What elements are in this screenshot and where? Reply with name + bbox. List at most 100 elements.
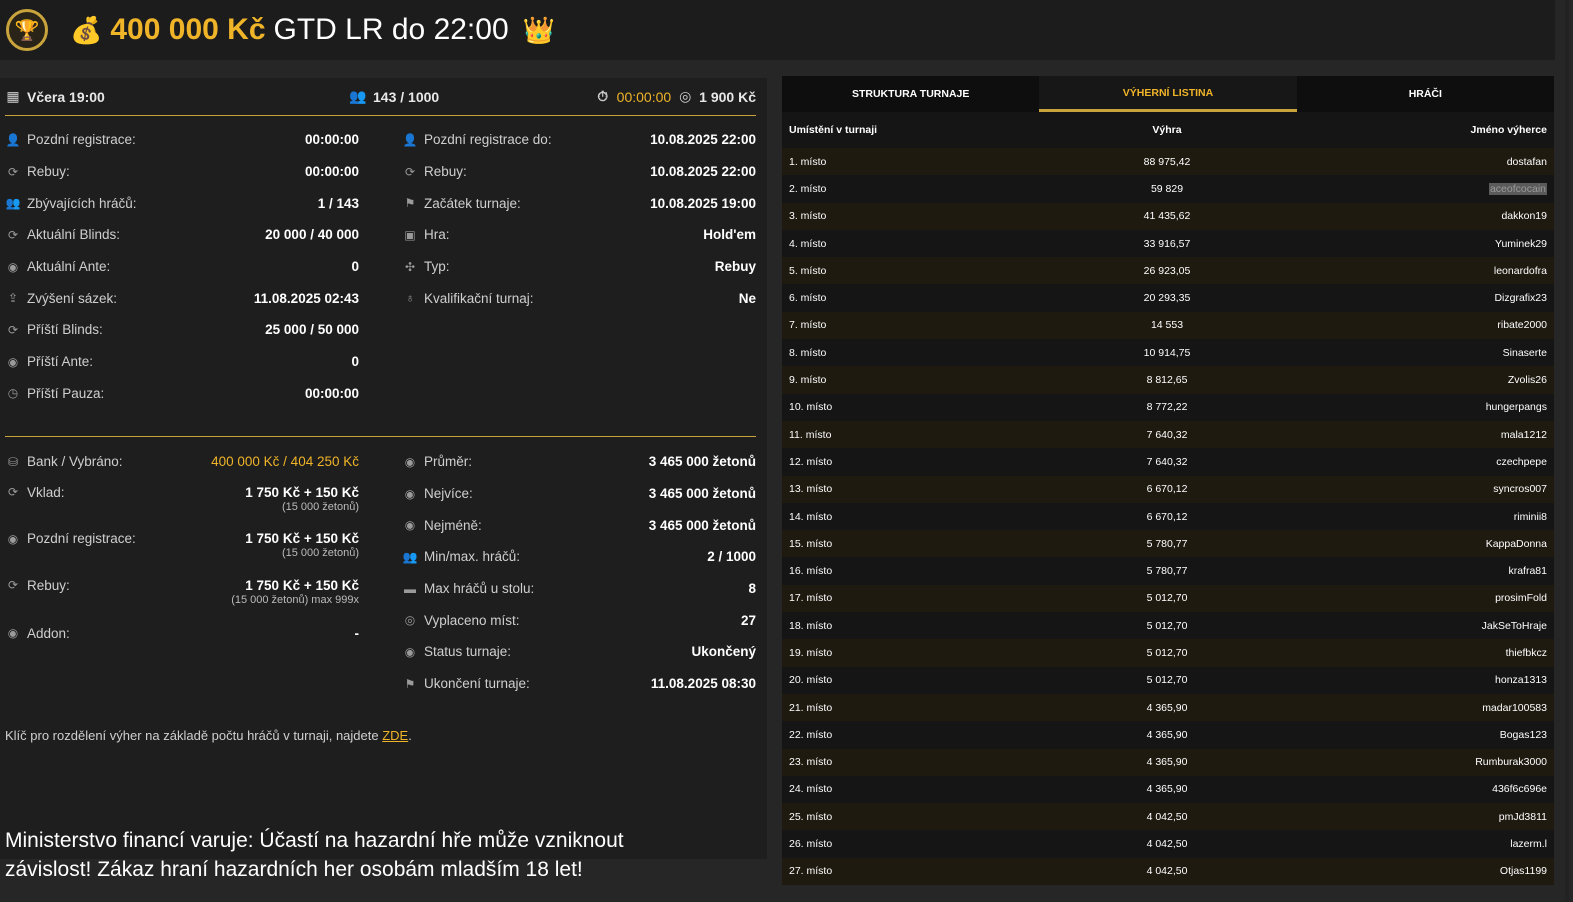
info-row: 👤 Pozdní registrace: 00:00:00 bbox=[5, 124, 359, 156]
place-cell: 13. místo bbox=[789, 483, 833, 496]
info-label: Hra: bbox=[424, 227, 450, 243]
summary-bar: ▦ Včera 19:00 👥 143 / 1000 ⏱ 00:00:00 ◎ … bbox=[5, 78, 756, 116]
prize-cell: 59 829 bbox=[1150, 182, 1184, 195]
winner-cell: riminii8 bbox=[1513, 510, 1547, 523]
users-icon: 👥 bbox=[5, 196, 21, 211]
table-row: 9. místo 8 812,65 Zvolis26 bbox=[782, 366, 1554, 394]
table-row: 21. místo 4 365,90 madar100583 bbox=[782, 693, 1554, 722]
table-row: 5. místo 26 923,05 leonardofra bbox=[782, 257, 1554, 285]
tab-players[interactable]: HRÁČI bbox=[1296, 76, 1554, 112]
info-right-column: 👤 Pozdní registrace do: 10.08.2025 22:00 ⟳ R… bbox=[402, 124, 756, 314]
info-value: 1 750 Kč + 150 Kč (15 000 žetonů) max 999… bbox=[231, 577, 359, 606]
winner-cell: KappaDonna bbox=[1485, 537, 1547, 550]
info-value: 00:00:00 bbox=[304, 385, 359, 401]
info-label: Typ: bbox=[424, 259, 450, 275]
info-row: ◉ Nejvíce: 3 465 000 žetonů bbox=[402, 478, 756, 510]
info-label: Začátek turnaje: bbox=[424, 195, 521, 211]
info-row: ▣ Hra: Hold'em bbox=[402, 219, 756, 251]
info-value: 0 bbox=[351, 354, 359, 370]
info-label: Kvalifikační turnaj: bbox=[424, 290, 534, 306]
table-row: 7. místo 14 553 ribate2000 bbox=[782, 311, 1554, 340]
prize-cell: 4 042,50 bbox=[1146, 865, 1188, 878]
place-cell: 19. místo bbox=[789, 646, 833, 659]
blinds-icon: ⟳ bbox=[7, 322, 19, 337]
winner-cell: Bogas123 bbox=[1499, 728, 1547, 741]
table-row: 23. místo 4 365,90 Rumburak3000 bbox=[782, 748, 1554, 776]
info-label: Vklad: bbox=[27, 484, 65, 500]
info-label: Rebuy: bbox=[27, 164, 70, 180]
place-cell: 10. místo bbox=[789, 401, 833, 414]
table-row: 27. místo 4 042,50 Otjas1199 bbox=[782, 857, 1554, 886]
place-cell: 4. místo bbox=[789, 237, 827, 250]
info-label: Nejvíce: bbox=[424, 486, 473, 502]
info-row: ◉ Průměr: 3 465 000 žetonů bbox=[402, 446, 756, 478]
tab-prize-list[interactable]: VÝHERNÍ LISTINA bbox=[1039, 76, 1297, 112]
table-icon: ▬ bbox=[404, 581, 416, 596]
winner-cell: leonardofra bbox=[1493, 264, 1547, 277]
winner-cell: Dizgrafix23 bbox=[1494, 292, 1547, 305]
user-icon: 👤 bbox=[402, 132, 418, 147]
table-row: 8. místo 10 914,75 Sinaserte bbox=[782, 339, 1554, 367]
winner-cell: thiefbkcz bbox=[1505, 646, 1547, 659]
flag-icon: ⚑ bbox=[404, 196, 416, 211]
medal-icon: ♁ bbox=[405, 291, 415, 306]
ante-icon: ◉ bbox=[7, 259, 19, 274]
calendar-icon: ▦ bbox=[6, 88, 20, 104]
raise-icon: ⇪ bbox=[7, 291, 19, 306]
prize-cell: 10 914,75 bbox=[1143, 346, 1191, 359]
place-cell: 23. místo bbox=[789, 756, 833, 769]
prize-cell: 5 012,70 bbox=[1146, 592, 1188, 605]
winner-cell: Sinaserte bbox=[1502, 346, 1547, 359]
info-value: 00:00:00 bbox=[304, 164, 359, 180]
prize-cell: 8 772,22 bbox=[1146, 401, 1188, 414]
table-row: 4. místo 33 916,57 Yuminek29 bbox=[782, 229, 1554, 258]
winner-cell: prosimFold bbox=[1495, 592, 1547, 605]
rebuy-icon: ⟳ bbox=[7, 164, 19, 179]
payout-icon: ◎ bbox=[404, 613, 416, 628]
prize-cell: 5 012,70 bbox=[1146, 646, 1188, 659]
table-row: 20. místo 5 012,70 honza1313 bbox=[782, 666, 1554, 694]
prize-table-body: 1. místo 88 975,42 dostafan 2. místo 59 829 a… bbox=[782, 148, 1554, 886]
header-prize: Výhra bbox=[1152, 124, 1182, 136]
place-cell: 7. místo bbox=[789, 319, 827, 332]
info-label: Příští Blinds: bbox=[27, 322, 103, 338]
info-label: Bank / Vybráno: bbox=[27, 454, 123, 470]
prize-cell: 5 780,77 bbox=[1146, 565, 1188, 578]
clock-icon: ◷ bbox=[7, 386, 19, 401]
scrollbar[interactable] bbox=[1565, 0, 1569, 902]
info-row: ⇪ Zvýšení sázek: 11.08.2025 02:43 bbox=[5, 282, 359, 314]
winner-cell: 436f6c696e bbox=[1492, 783, 1547, 796]
top-bar: 🏆 💰 400 000 Kč GTD LR do 22:00 👑 bbox=[0, 0, 1555, 60]
trophy-icon[interactable]: 🏆 bbox=[6, 9, 48, 51]
winner-cell: JakSeToHraje bbox=[1481, 619, 1547, 632]
info-value: 0 bbox=[351, 259, 359, 275]
money-bag-icon: 💰 bbox=[70, 14, 103, 45]
info-row: ◉ Status turnaje: Ukončený bbox=[402, 636, 756, 668]
info-row: ◉ Addon: - bbox=[5, 617, 359, 649]
info-value: - bbox=[354, 625, 360, 641]
place-cell: 3. místo bbox=[789, 210, 827, 223]
table-row: 11. místo 7 640,32 mala1212 bbox=[782, 420, 1554, 449]
info-label: Min/max. hráčů: bbox=[424, 549, 521, 565]
buyin-fee: 1 900 Kč bbox=[699, 88, 756, 105]
stopwatch-icon: ⏱ bbox=[597, 88, 609, 104]
info-value: 11.08.2025 08:30 bbox=[650, 676, 756, 692]
info-value: 20 000 / 40 000 bbox=[265, 227, 359, 243]
prize-cell: 5 012,70 bbox=[1146, 619, 1188, 632]
info-row: ⟳ Aktuální Blinds: 20 000 / 40 000 bbox=[5, 219, 359, 251]
place-cell: 1. místo bbox=[789, 155, 827, 168]
max-icon: ◉ bbox=[404, 486, 416, 501]
place-cell: 14. místo bbox=[789, 510, 833, 523]
info-value: 10.08.2025 19:00 bbox=[650, 195, 756, 211]
winner-cell: lazerm.l bbox=[1510, 838, 1547, 851]
tournament-name: GTD LR do 22:00 bbox=[273, 13, 509, 46]
status-icon: ◉ bbox=[404, 644, 416, 659]
info-label: Pozdní registrace: bbox=[27, 132, 136, 148]
info-row: ⚑ Ukončení turnaje: 11.08.2025 08:30 bbox=[402, 668, 756, 700]
info-value: 10.08.2025 22:00 bbox=[650, 164, 756, 180]
prize-cell: 8 812,65 bbox=[1146, 374, 1188, 387]
distribution-link[interactable]: ZDE bbox=[382, 728, 408, 743]
tab-structure[interactable]: STRUKTURA TURNAJE bbox=[782, 76, 1040, 112]
info-value: 27 bbox=[740, 612, 756, 628]
tab-bar: STRUKTURA TURNAJE VÝHERNÍ LISTINA HRÁČI bbox=[782, 76, 1554, 112]
